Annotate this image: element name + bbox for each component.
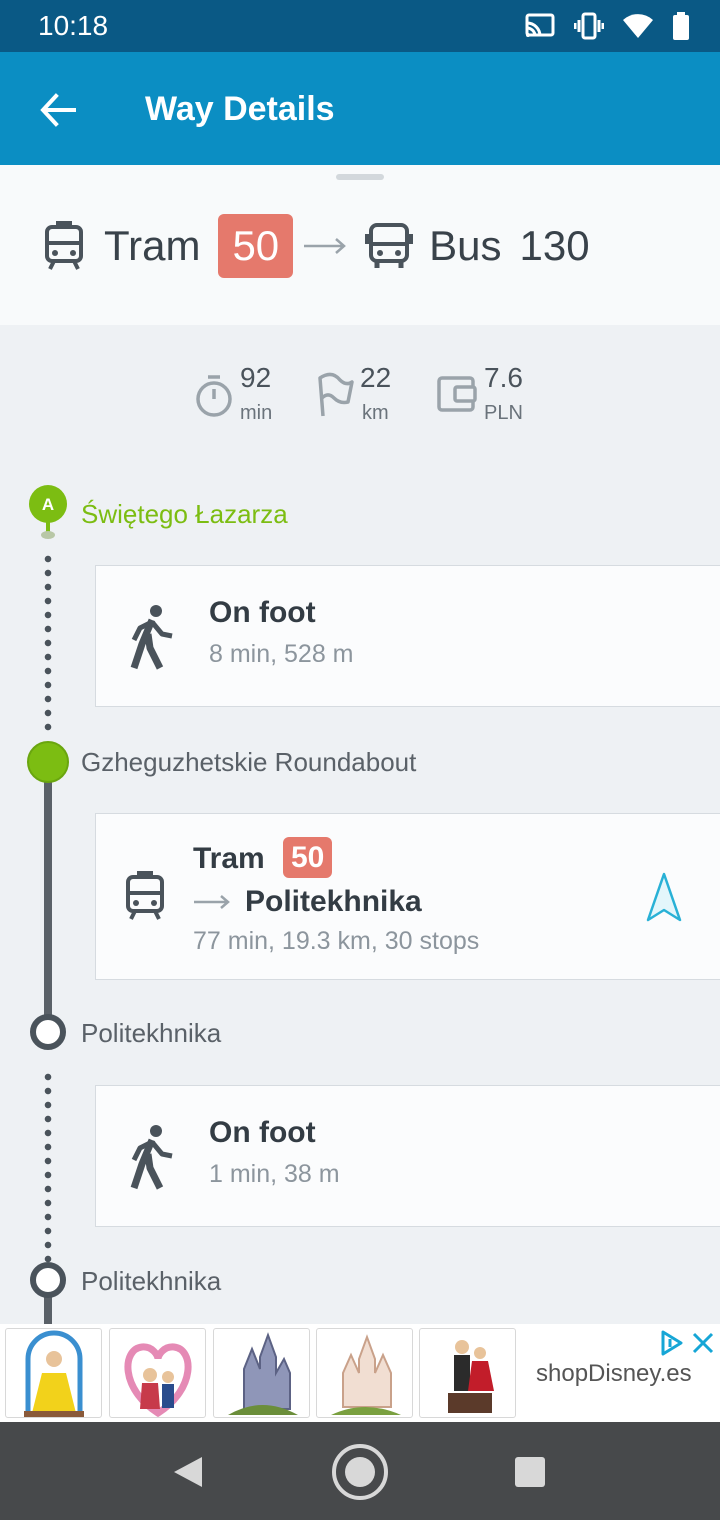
stop-dot-ring bbox=[30, 1262, 66, 1298]
princess-figurine-image bbox=[24, 1330, 84, 1417]
status-bar: 10:18 bbox=[0, 0, 720, 52]
cast-icon bbox=[525, 13, 555, 37]
battery-icon bbox=[673, 12, 689, 40]
stopwatch-icon bbox=[196, 375, 232, 417]
heart-figurine-image bbox=[124, 1343, 192, 1417]
bus-icon bbox=[365, 223, 414, 268]
duration-value: 92 bbox=[240, 362, 272, 393]
ad-product-image[interactable] bbox=[316, 1328, 413, 1418]
nav-back-icon[interactable] bbox=[172, 1455, 206, 1489]
ad-brand-label[interactable]: shopDisney.es bbox=[536, 1360, 692, 1388]
leg-card-walk[interactable]: On foot 1 min, 38 m bbox=[95, 1085, 720, 1227]
leg-destination: Politekhnika bbox=[245, 885, 422, 918]
leg-details: 8 min, 528 m bbox=[209, 640, 354, 668]
status-time: 10:18 bbox=[38, 10, 109, 41]
castle-figurine-image bbox=[228, 1332, 298, 1415]
stop-label-transfer: Gzheguzhetskie Roundabout bbox=[81, 747, 417, 777]
back-arrow-icon[interactable] bbox=[38, 90, 78, 130]
tram-line-badge: 50 bbox=[283, 837, 333, 878]
system-nav-bar bbox=[0, 1422, 720, 1520]
ad-product-image[interactable] bbox=[109, 1328, 206, 1418]
leg-title: On foot bbox=[209, 1116, 316, 1149]
ad-close-icon[interactable] bbox=[692, 1332, 714, 1354]
bus-line-number: 130 bbox=[519, 222, 590, 269]
ad-product-image[interactable] bbox=[419, 1328, 516, 1418]
duration-unit: min bbox=[240, 402, 273, 424]
start-marker-letter: A bbox=[42, 495, 54, 514]
drag-handle[interactable] bbox=[336, 174, 384, 180]
flag-icon bbox=[318, 372, 354, 417]
leg-card-walk[interactable]: On foot 8 min, 528 m bbox=[95, 565, 720, 707]
walk-path-dots bbox=[44, 552, 52, 732]
cost-unit: PLN bbox=[484, 402, 523, 424]
nav-home-icon[interactable] bbox=[331, 1443, 389, 1501]
route-summary[interactable]: Tram 50 Bus 130 bbox=[0, 165, 720, 325]
tram-icon bbox=[45, 221, 83, 270]
walking-person-icon bbox=[130, 605, 173, 670]
couple-figurine-image bbox=[448, 1340, 494, 1413]
page-title: Way Details bbox=[145, 90, 335, 128]
second-mode-label: Bus bbox=[429, 222, 502, 269]
tram-icon bbox=[126, 871, 164, 920]
cost-value: 7.6 bbox=[484, 362, 523, 393]
status-icons bbox=[524, 12, 690, 40]
ad-banner[interactable]: shopDisney.es bbox=[0, 1324, 720, 1422]
stop-label-politekhnika: Politekhnika bbox=[81, 1018, 222, 1048]
stop-dot-ring bbox=[30, 1014, 66, 1050]
stop-dot-filled bbox=[27, 741, 69, 783]
leg-details: 77 min, 19.3 km, 30 stops bbox=[193, 927, 480, 955]
distance-value: 22 bbox=[360, 362, 392, 393]
nav-recents-icon[interactable] bbox=[514, 1456, 546, 1488]
leg-title: On foot bbox=[209, 596, 316, 629]
leg-mode-label: Tram bbox=[193, 842, 265, 875]
stop-label-start: Świętego Łazarza bbox=[81, 499, 288, 529]
wallet-icon bbox=[437, 376, 477, 412]
ad-product-image[interactable] bbox=[213, 1328, 310, 1418]
start-pin-icon: A bbox=[29, 485, 67, 539]
route-arrow-icon bbox=[194, 895, 230, 909]
walk-path-dots bbox=[44, 1070, 52, 1262]
navigation-arrow-icon[interactable] bbox=[646, 872, 682, 922]
castle-figurine-image bbox=[331, 1334, 401, 1415]
wifi-icon bbox=[623, 14, 653, 38]
vibrate-icon bbox=[574, 12, 604, 40]
trip-stats: 92 min 22 km 7.6 PLN bbox=[0, 360, 720, 440]
first-mode-label: Tram bbox=[104, 222, 201, 269]
route-summary-line: Tram 50 Bus 130 bbox=[44, 214, 590, 278]
app-bar: Way Details bbox=[0, 52, 720, 165]
tram-path-line bbox=[44, 770, 52, 1020]
walking-person-icon bbox=[130, 1125, 173, 1190]
leg-details: 1 min, 38 m bbox=[209, 1160, 340, 1188]
distance-unit: km bbox=[362, 402, 389, 424]
leg-card-tram[interactable]: Tram 50 Politekhnika 77 min, 19.3 km, 30… bbox=[95, 813, 720, 980]
stop-label-politekhnika: Politekhnika bbox=[81, 1266, 222, 1296]
route-arrow-icon bbox=[304, 238, 347, 254]
tram-line-badge: 50 bbox=[218, 214, 294, 278]
bus-path-line bbox=[44, 1296, 52, 1324]
ad-product-image[interactable] bbox=[5, 1328, 102, 1418]
ad-choices-icon[interactable] bbox=[660, 1330, 684, 1356]
